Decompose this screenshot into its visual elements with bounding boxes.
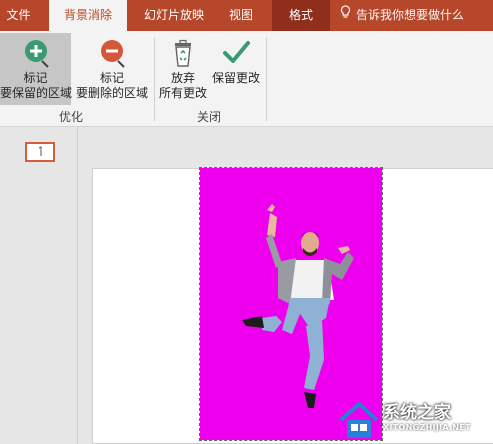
ribbon: 标记 要保留的区域 标记 要删除的区域 放弃 所有更改 保留更改 优化 关闭	[0, 31, 493, 127]
mark-keep-line2: 要保留的区域	[0, 86, 73, 100]
keep-changes-button[interactable]: 保留更改	[208, 33, 264, 105]
minus-circle-icon	[96, 37, 128, 69]
checkmark-icon	[220, 37, 252, 69]
slide-thumbnail-pane	[0, 127, 78, 444]
discard-all-changes-button[interactable]: 放弃 所有更改	[158, 33, 208, 105]
tab-file[interactable]: 文件	[0, 0, 37, 31]
tab-view[interactable]: 视图	[219, 0, 263, 31]
keep-line1: 保留更改	[211, 71, 260, 85]
plus-circle-icon	[20, 37, 52, 69]
tab-slideshow[interactable]: 幻灯片放映	[135, 0, 213, 31]
person-silhouette	[242, 204, 354, 408]
watermark-logo: 系统之家 XITONGZHIJIA.NET	[335, 396, 485, 444]
discard-line2: 所有更改	[158, 86, 207, 100]
ribbon-tab-bar: 文件 背景消除 幻灯片放映 视图 格式 告诉我你想要做什么	[0, 0, 493, 33]
watermark-url: XITONGZHIJIA.NET	[383, 423, 471, 432]
group-label-refine: 优化	[59, 110, 84, 124]
group-label-close: 关闭	[197, 110, 222, 124]
recycle-bin-icon	[167, 37, 199, 69]
lightbulb-icon	[340, 0, 351, 31]
tab-background-removal[interactable]: 背景消除	[49, 0, 127, 33]
mark-areas-to-keep-button[interactable]: 标记 要保留的区域	[0, 33, 73, 105]
mark-remove-line2: 要删除的区域	[75, 86, 148, 100]
group-separator	[266, 37, 267, 121]
mark-keep-line1: 标记	[23, 71, 48, 85]
mark-areas-to-remove-button[interactable]: 标记 要删除的区域	[72, 33, 152, 105]
mark-remove-line1: 标记	[99, 71, 124, 85]
tell-me-text: 告诉我你想要做什么	[356, 8, 465, 22]
slide-thumbnail[interactable]	[25, 142, 55, 162]
tab-format[interactable]: 格式	[272, 0, 330, 31]
discard-line1: 放弃	[170, 71, 195, 85]
group-separator	[154, 37, 155, 121]
watermark-title: 系统之家	[383, 403, 451, 423]
house-logo-icon	[339, 401, 379, 438]
tell-me-box[interactable]: 告诉我你想要做什么	[340, 0, 464, 31]
